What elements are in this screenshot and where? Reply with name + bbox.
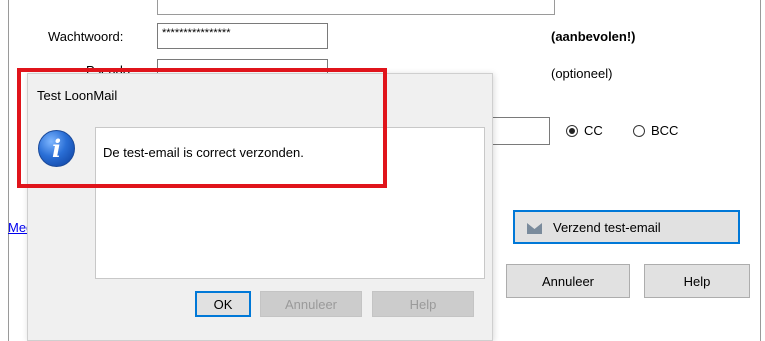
password-field[interactable]: **************** (157, 23, 328, 49)
ok-button-label: OK (213, 296, 233, 312)
second-field-note: (optioneel) (551, 66, 613, 81)
help-button[interactable]: Help (644, 264, 750, 298)
highlight-box (17, 68, 387, 188)
previous-input-field[interactable] (157, 0, 555, 15)
cc-radio-label: CC (584, 123, 603, 138)
dialog-help-label: Help (409, 296, 437, 312)
dialog-cancel-button[interactable]: Annuleer (260, 291, 362, 317)
password-note: (aanbevolen!) (551, 29, 636, 44)
send-test-email-button[interactable]: Verzend test-email (513, 210, 740, 244)
password-label: Wachtwoord: (48, 29, 124, 44)
dialog-help-button[interactable]: Help (372, 291, 474, 317)
send-test-email-label: Verzend test-email (553, 219, 661, 235)
help-button-label: Help (683, 273, 711, 289)
dialog-cancel-label: Annuleer (284, 296, 338, 312)
cancel-button-label: Annuleer (541, 273, 595, 289)
cc-radio[interactable] (566, 125, 578, 137)
bcc-radio-label: BCC (651, 123, 679, 138)
cancel-button[interactable]: Annuleer (506, 264, 630, 298)
bcc-radio[interactable] (633, 125, 645, 137)
envelope-icon (527, 223, 542, 234)
ok-button[interactable]: OK (195, 291, 251, 317)
